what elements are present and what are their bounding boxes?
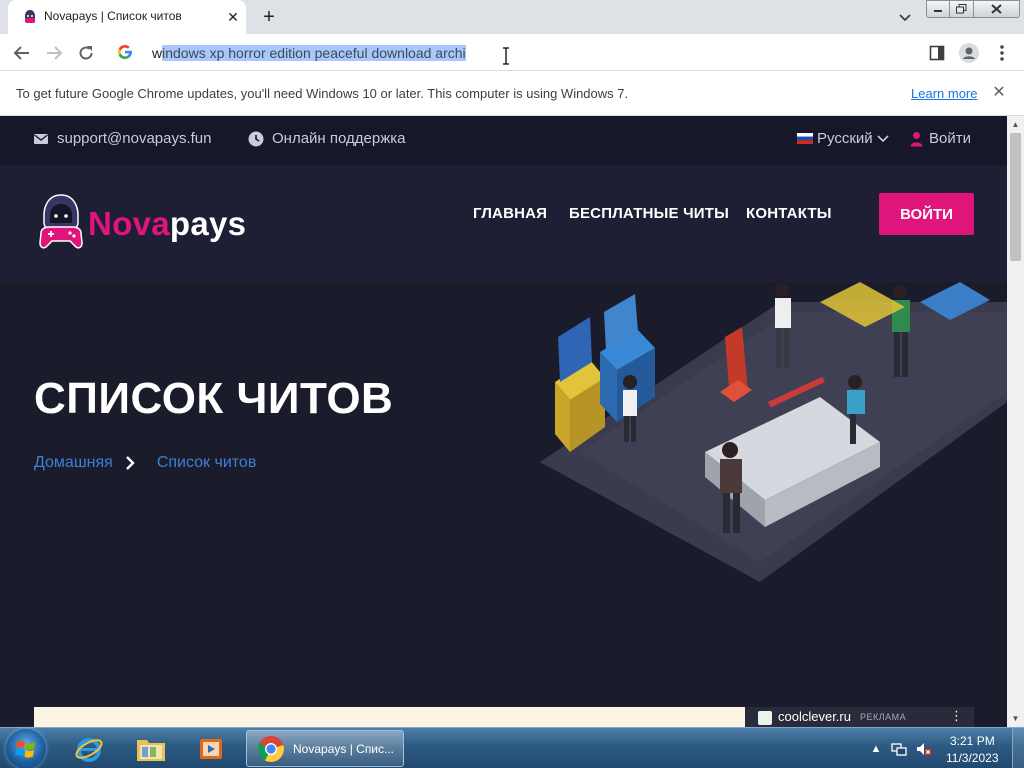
window-controls bbox=[926, 0, 1020, 18]
browser-toolbar: windows xp horror edition peaceful downl… bbox=[0, 34, 1024, 71]
address-bar-selected-text: indows xp horror edition peaceful downlo… bbox=[162, 45, 466, 61]
restore-icon bbox=[956, 4, 967, 14]
site-navbar: Novapays ГЛАВНАЯ БЕСПЛАТНЫЕ ЧИТЫ КОНТАКТ… bbox=[0, 165, 1007, 282]
tab-title: Novapays | Список читов bbox=[44, 9, 182, 23]
site-logo[interactable]: Novapays bbox=[88, 205, 246, 243]
novapays-favicon-icon bbox=[25, 10, 35, 23]
clock-time[interactable]: 3:21 PM bbox=[950, 734, 995, 748]
envelope-icon bbox=[34, 133, 48, 144]
forward-button[interactable] bbox=[43, 42, 65, 64]
page-scrollbar[interactable]: ▲ ▼ bbox=[1007, 116, 1024, 727]
back-arrow-icon bbox=[13, 46, 29, 60]
forward-arrow-icon bbox=[47, 46, 63, 60]
online-support-text: Онлайн поддержка bbox=[272, 130, 406, 147]
taskbar-media-player[interactable] bbox=[184, 730, 238, 767]
novapays-logo-icon[interactable] bbox=[36, 193, 86, 251]
ad-tag: РЕКЛАМА bbox=[860, 712, 907, 722]
side-panel-icon bbox=[929, 45, 945, 61]
taskbar-explorer[interactable] bbox=[124, 730, 178, 767]
login-button[interactable]: ВОЙТИ bbox=[879, 193, 974, 235]
tab-search-icon[interactable] bbox=[895, 7, 915, 27]
breadcrumb-home-link[interactable]: Домашняя bbox=[34, 454, 113, 472]
taskbar-chrome-task[interactable]: Novapays | Спис... bbox=[246, 730, 404, 767]
topbar-login[interactable]: Войти bbox=[910, 130, 971, 147]
page-title: СПИСОК ЧИТОВ bbox=[34, 374, 394, 423]
web-page: support@novapays.fun Онлайн поддержка Ру… bbox=[0, 116, 1007, 727]
scrollbar-thumb[interactable] bbox=[1010, 133, 1021, 261]
window-close-button[interactable] bbox=[974, 0, 1020, 18]
internet-explorer-icon bbox=[75, 737, 103, 762]
nav-free-cheats[interactable]: БЕСПЛАТНЫЕ ЧИТЫ bbox=[569, 205, 729, 222]
pinball-machine-1 bbox=[555, 317, 605, 452]
ad-favicon-icon bbox=[758, 711, 772, 725]
restore-button[interactable] bbox=[950, 0, 974, 18]
media-player-icon bbox=[200, 738, 222, 759]
text-cursor-icon bbox=[503, 47, 509, 65]
minimize-button[interactable] bbox=[926, 0, 950, 18]
language-label: Русский bbox=[817, 130, 873, 147]
russia-flag-icon bbox=[797, 133, 813, 144]
tray-expand-icon[interactable]: ▲ bbox=[868, 741, 884, 757]
ad-domain: coolclever.ru bbox=[778, 709, 851, 724]
minimize-icon bbox=[934, 10, 942, 12]
start-button[interactable] bbox=[6, 729, 46, 768]
nav-home[interactable]: ГЛАВНАЯ bbox=[473, 205, 547, 222]
reload-icon bbox=[79, 46, 93, 60]
browser-tab[interactable]: Novapays | Список читов ✕ bbox=[8, 0, 246, 34]
hero-section: СПИСОК ЧИТОВ Домашняя Список читов coolc… bbox=[0, 282, 1007, 727]
nav-contacts[interactable]: КОНТАКТЫ bbox=[746, 205, 832, 222]
scroll-up-arrow-icon[interactable]: ▲ bbox=[1007, 116, 1024, 133]
arcade-illustration bbox=[540, 282, 1007, 582]
ad-label-box[interactable]: coolclever.ru РЕКЛАМА ⋮ bbox=[745, 707, 974, 727]
back-button[interactable] bbox=[11, 42, 33, 64]
chrome-menu-button[interactable] bbox=[991, 42, 1013, 64]
support-email-text: support@novapays.fun bbox=[57, 130, 212, 147]
address-bar[interactable]: windows xp horror edition peaceful downl… bbox=[152, 43, 466, 63]
windows-logo-icon bbox=[15, 740, 35, 758]
network-icon[interactable] bbox=[891, 741, 907, 757]
chevron-right-icon bbox=[125, 456, 135, 470]
breadcrumb-current: Список читов bbox=[156, 454, 257, 471]
infobar-message: To get future Google Chrome updates, you… bbox=[16, 86, 629, 101]
online-support[interactable]: Онлайн поддержка bbox=[248, 130, 405, 147]
support-email[interactable]: support@novapays.fun bbox=[33, 130, 212, 147]
breadcrumb: Домашняя Список читов bbox=[34, 454, 256, 472]
google-search-icon bbox=[118, 45, 132, 59]
language-selector[interactable]: Русский bbox=[797, 130, 889, 147]
site-topbar: support@novapays.fun Онлайн поддержка Ру… bbox=[0, 116, 1007, 165]
chevron-down-icon bbox=[877, 134, 889, 142]
window-close-icon bbox=[991, 4, 1002, 14]
profile-button[interactable] bbox=[958, 42, 980, 64]
system-tray: ▲ bbox=[866, 728, 1024, 768]
side-panel-button[interactable] bbox=[926, 42, 948, 64]
update-infobar: To get future Google Chrome updates, you… bbox=[0, 71, 1024, 116]
address-bar-text: w bbox=[152, 45, 163, 61]
taskbar-task-label: Novapays | Спис... bbox=[293, 741, 395, 756]
chrome-icon bbox=[257, 735, 284, 762]
clock-date[interactable]: 11/3/2023 bbox=[946, 751, 999, 765]
file-explorer-folder-icon bbox=[137, 739, 165, 761]
learn-more-link[interactable]: Learn more bbox=[911, 86, 977, 101]
clock-icon bbox=[248, 131, 264, 146]
taskbar-ie[interactable] bbox=[62, 730, 116, 767]
ad-banner[interactable] bbox=[34, 707, 745, 727]
logo-text-pays: pays bbox=[169, 205, 247, 242]
user-icon bbox=[910, 131, 923, 146]
kebab-menu-icon bbox=[1000, 45, 1004, 61]
new-tab-button[interactable]: + bbox=[258, 6, 280, 28]
ad-more-icon[interactable]: ⋮ bbox=[950, 708, 963, 724]
profile-avatar-icon bbox=[959, 43, 979, 63]
reload-button[interactable] bbox=[75, 42, 97, 64]
infobar-close-icon[interactable]: ✕ bbox=[990, 84, 1008, 102]
tab-strip: Novapays | Список читов ✕ + bbox=[0, 0, 1024, 34]
speaker-muted-icon[interactable] bbox=[916, 741, 932, 757]
tab-close-icon[interactable]: ✕ bbox=[224, 8, 242, 26]
windows-taskbar: Novapays | Спис... ▲ 3:21 PM 11/3/2023 bbox=[0, 727, 1024, 768]
show-desktop-button[interactable] bbox=[1012, 728, 1024, 768]
logo-text-nova: Nova bbox=[88, 205, 170, 242]
topbar-login-text: Войти bbox=[929, 130, 971, 147]
scroll-down-arrow-icon[interactable]: ▼ bbox=[1007, 710, 1024, 727]
